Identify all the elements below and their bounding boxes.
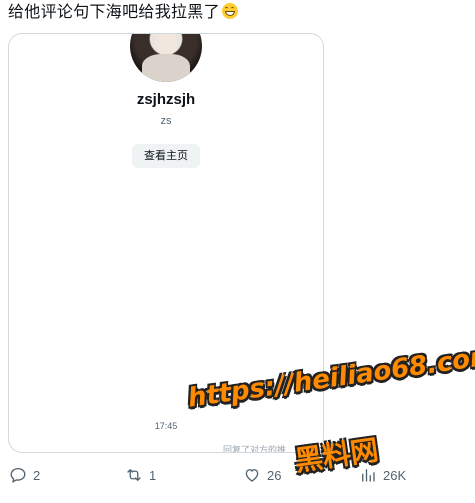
reply-icon [10,467,26,484]
views-button[interactable]: 26K [359,462,406,488]
like-button[interactable]: 26 [243,462,281,488]
hint-text: 回复了对方的推 [223,445,287,453]
like-count: 26 [267,467,282,483]
view-profile-button[interactable]: 查看主页 [132,144,200,168]
retweet-icon [127,469,141,481]
reply-count: 2 [33,467,41,483]
profile-handle: zs [160,115,172,127]
profile-display-name: zsjhzsjh [136,91,196,108]
retweet-button[interactable]: 1 [125,462,156,488]
heart-icon [245,469,259,482]
retweet-count: 1 [149,467,157,483]
views-count: 26K [383,467,407,483]
profile-card[interactable]: zsjhzsjh zs 查看主页 17:45 回复了对方的推 [8,33,324,453]
grinning-face-emoji-icon [221,3,238,19]
post-text-content: 给他评论句下海吧给我拉黑了 [8,4,220,21]
avatar[interactable] [130,34,202,82]
reply-button[interactable]: 2 [9,462,40,488]
timestamp: 17:45 [154,421,178,431]
action-bar: 2 1 26 26K [0,462,475,488]
views-chart-icon [362,469,375,482]
post-text: 给他评论句下海吧给我拉黑了 [8,2,238,24]
